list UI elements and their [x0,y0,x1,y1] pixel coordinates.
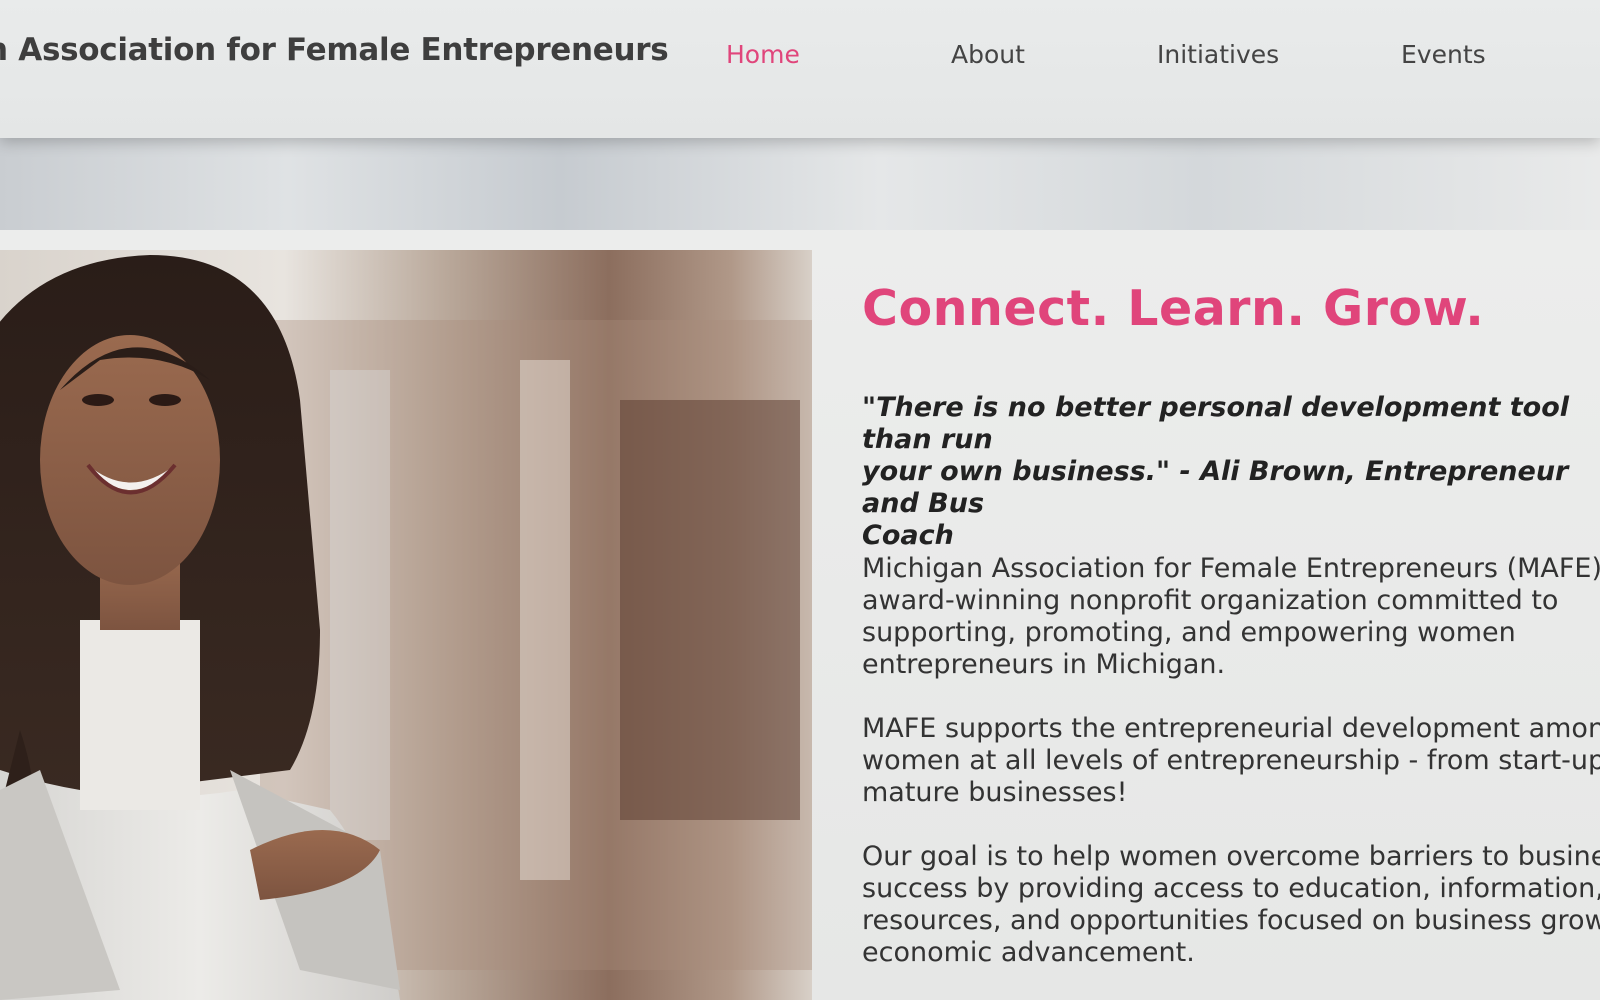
hero-photo [0,250,812,1000]
intro-paragraph: MAFE supports the entrepreneurial develo… [862,713,1600,808]
nav-item-about[interactable]: About [951,40,1025,69]
intro-paragraph: Michigan Association for Female Entrepre… [862,553,1600,680]
intro-section: Connect. Learn. Grow. "There is no bette… [862,280,1600,968]
main-nav: Home About Initiatives Events [0,40,1600,74]
intro-paragraph: Our goal is to help women overcome barri… [862,841,1600,968]
nav-item-events[interactable]: Events [1401,40,1486,69]
site-header: n Association for Female Entrepreneurs H… [0,0,1600,138]
nav-item-initiatives[interactable]: Initiatives [1157,40,1279,69]
nav-item-home[interactable]: Home [726,40,800,69]
businesswoman-image [0,255,812,1000]
quote: "There is no better personal development… [862,392,1570,551]
headline: Connect. Learn. Grow. [862,280,1485,337]
